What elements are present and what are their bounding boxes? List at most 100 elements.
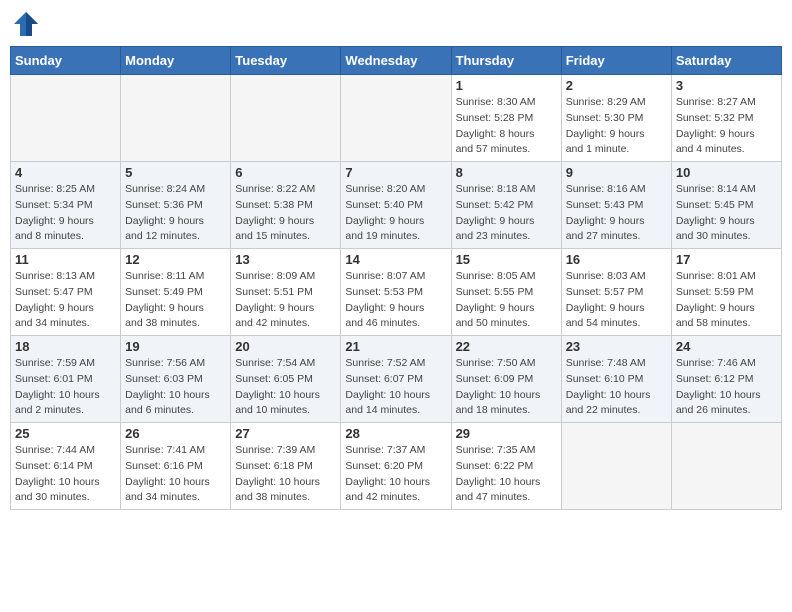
week-row-1: 1Sunrise: 8:30 AMSunset: 5:28 PMDaylight… bbox=[11, 75, 782, 162]
day-number: 10 bbox=[676, 165, 777, 180]
col-header-wednesday: Wednesday bbox=[341, 47, 451, 75]
calendar-cell bbox=[11, 75, 121, 162]
day-info: Sunrise: 7:52 AMSunset: 6:07 PMDaylight:… bbox=[345, 356, 446, 419]
day-info: Sunrise: 7:56 AMSunset: 6:03 PMDaylight:… bbox=[125, 356, 226, 419]
calendar-cell: 2 Sunrise: 8:29 AMSunset: 5:30 PMDaylight… bbox=[561, 75, 671, 162]
day-number: 2 bbox=[566, 78, 667, 93]
day-info: Sunrise: 8:24 AMSunset: 5:36 PMDaylight:… bbox=[125, 182, 226, 245]
day-number: 28 bbox=[345, 426, 446, 441]
day-info: Sunrise: 7:50 AMSunset: 6:09 PMDaylight:… bbox=[456, 356, 557, 419]
day-number: 1 bbox=[456, 78, 557, 93]
day-info: Sunrise: 7:59 AMSunset: 6:01 PMDaylight:… bbox=[15, 356, 116, 419]
calendar-cell: 28 Sunrise: 7:37 AMSunset: 6:20 PMDayligh… bbox=[341, 423, 451, 510]
day-info: Sunrise: 7:54 AMSunset: 6:05 PMDaylight:… bbox=[235, 356, 336, 419]
day-number: 14 bbox=[345, 252, 446, 267]
calendar-cell bbox=[121, 75, 231, 162]
day-info: Sunrise: 7:44 AMSunset: 6:14 PMDaylight:… bbox=[15, 443, 116, 506]
day-info: Sunrise: 8:09 AMSunset: 5:51 PMDaylight:… bbox=[235, 269, 336, 332]
day-info: Sunrise: 7:35 AMSunset: 6:22 PMDaylight:… bbox=[456, 443, 557, 506]
page-header bbox=[10, 10, 782, 38]
day-number: 17 bbox=[676, 252, 777, 267]
day-info: Sunrise: 8:16 AMSunset: 5:43 PMDaylight:… bbox=[566, 182, 667, 245]
week-row-3: 11 Sunrise: 8:13 AMSunset: 5:47 PMDayligh… bbox=[11, 249, 782, 336]
calendar-cell: 29 Sunrise: 7:35 AMSunset: 6:22 PMDayligh… bbox=[451, 423, 561, 510]
day-info: Sunrise: 7:37 AMSunset: 6:20 PMDaylight:… bbox=[345, 443, 446, 506]
day-info: Sunrise: 8:20 AMSunset: 5:40 PMDaylight:… bbox=[345, 182, 446, 245]
day-info: Sunrise: 8:14 AMSunset: 5:45 PMDaylight:… bbox=[676, 182, 777, 245]
week-row-2: 4Sunrise: 8:25 AMSunset: 5:34 PMDaylight… bbox=[11, 162, 782, 249]
day-info: Sunrise: 8:18 AMSunset: 5:42 PMDaylight:… bbox=[456, 182, 557, 245]
week-row-4: 18 Sunrise: 7:59 AMSunset: 6:01 PMDayligh… bbox=[11, 336, 782, 423]
calendar-cell: 15 Sunrise: 8:05 AMSunset: 5:55 PMDayligh… bbox=[451, 249, 561, 336]
day-info: Sunrise: 7:41 AMSunset: 6:16 PMDaylight:… bbox=[125, 443, 226, 506]
col-header-saturday: Saturday bbox=[671, 47, 781, 75]
calendar-cell: 18 Sunrise: 7:59 AMSunset: 6:01 PMDayligh… bbox=[11, 336, 121, 423]
col-header-thursday: Thursday bbox=[451, 47, 561, 75]
day-number: 24 bbox=[676, 339, 777, 354]
day-number: 5 bbox=[125, 165, 226, 180]
day-number: 16 bbox=[566, 252, 667, 267]
calendar-cell bbox=[561, 423, 671, 510]
calendar-cell: 21 Sunrise: 7:52 AMSunset: 6:07 PMDayligh… bbox=[341, 336, 451, 423]
calendar-cell: 11 Sunrise: 8:13 AMSunset: 5:47 PMDayligh… bbox=[11, 249, 121, 336]
day-number: 19 bbox=[125, 339, 226, 354]
calendar-cell: 13 Sunrise: 8:09 AMSunset: 5:51 PMDayligh… bbox=[231, 249, 341, 336]
day-number: 4 bbox=[15, 165, 116, 180]
col-header-friday: Friday bbox=[561, 47, 671, 75]
col-header-tuesday: Tuesday bbox=[231, 47, 341, 75]
calendar-header-row: SundayMondayTuesdayWednesdayThursdayFrid… bbox=[11, 47, 782, 75]
calendar-cell bbox=[671, 423, 781, 510]
day-number: 7 bbox=[345, 165, 446, 180]
day-number: 29 bbox=[456, 426, 557, 441]
day-info: Sunrise: 8:05 AMSunset: 5:55 PMDaylight:… bbox=[456, 269, 557, 332]
calendar-cell: 6Sunrise: 8:22 AMSunset: 5:38 PMDaylight… bbox=[231, 162, 341, 249]
day-info: Sunrise: 8:01 AMSunset: 5:59 PMDaylight:… bbox=[676, 269, 777, 332]
day-number: 27 bbox=[235, 426, 336, 441]
day-info: Sunrise: 8:13 AMSunset: 5:47 PMDaylight:… bbox=[15, 269, 116, 332]
day-info: Sunrise: 8:27 AMSunset: 5:32 PMDaylight:… bbox=[676, 95, 777, 158]
day-info: Sunrise: 7:48 AMSunset: 6:10 PMDaylight:… bbox=[566, 356, 667, 419]
day-number: 26 bbox=[125, 426, 226, 441]
day-number: 23 bbox=[566, 339, 667, 354]
day-number: 8 bbox=[456, 165, 557, 180]
calendar-cell: 8 Sunrise: 8:18 AMSunset: 5:42 PMDaylight… bbox=[451, 162, 561, 249]
calendar-cell: 24 Sunrise: 7:46 AMSunset: 6:12 PMDayligh… bbox=[671, 336, 781, 423]
day-number: 3 bbox=[676, 78, 777, 93]
day-info: Sunrise: 8:03 AMSunset: 5:57 PMDaylight:… bbox=[566, 269, 667, 332]
calendar-cell bbox=[341, 75, 451, 162]
day-info: Sunrise: 8:29 AMSunset: 5:30 PMDaylight:… bbox=[566, 95, 667, 158]
calendar-cell: 20 Sunrise: 7:54 AMSunset: 6:05 PMDayligh… bbox=[231, 336, 341, 423]
calendar-cell: 5 Sunrise: 8:24 AMSunset: 5:36 PMDaylight… bbox=[121, 162, 231, 249]
day-number: 20 bbox=[235, 339, 336, 354]
calendar-cell: 27 Sunrise: 7:39 AMSunset: 6:18 PMDayligh… bbox=[231, 423, 341, 510]
day-number: 11 bbox=[15, 252, 116, 267]
calendar-cell: 16 Sunrise: 8:03 AMSunset: 5:57 PMDayligh… bbox=[561, 249, 671, 336]
calendar-cell: 26 Sunrise: 7:41 AMSunset: 6:16 PMDayligh… bbox=[121, 423, 231, 510]
day-info: Sunrise: 8:11 AMSunset: 5:49 PMDaylight:… bbox=[125, 269, 226, 332]
week-row-5: 25 Sunrise: 7:44 AMSunset: 6:14 PMDayligh… bbox=[11, 423, 782, 510]
day-number: 13 bbox=[235, 252, 336, 267]
day-info: Sunrise: 8:07 AMSunset: 5:53 PMDaylight:… bbox=[345, 269, 446, 332]
day-info: Sunrise: 8:22 AMSunset: 5:38 PMDaylight:… bbox=[235, 182, 336, 245]
calendar-cell: 14 Sunrise: 8:07 AMSunset: 5:53 PMDayligh… bbox=[341, 249, 451, 336]
day-number: 22 bbox=[456, 339, 557, 354]
day-number: 25 bbox=[15, 426, 116, 441]
calendar-table: SundayMondayTuesdayWednesdayThursdayFrid… bbox=[10, 46, 782, 510]
day-info: Sunrise: 7:46 AMSunset: 6:12 PMDaylight:… bbox=[676, 356, 777, 419]
day-number: 18 bbox=[15, 339, 116, 354]
day-info: Sunrise: 7:39 AMSunset: 6:18 PMDaylight:… bbox=[235, 443, 336, 506]
calendar-cell: 7 Sunrise: 8:20 AMSunset: 5:40 PMDaylight… bbox=[341, 162, 451, 249]
logo-icon bbox=[12, 10, 40, 38]
calendar-cell: 23 Sunrise: 7:48 AMSunset: 6:10 PMDayligh… bbox=[561, 336, 671, 423]
day-number: 12 bbox=[125, 252, 226, 267]
calendar-cell: 25 Sunrise: 7:44 AMSunset: 6:14 PMDayligh… bbox=[11, 423, 121, 510]
day-number: 15 bbox=[456, 252, 557, 267]
col-header-sunday: Sunday bbox=[11, 47, 121, 75]
calendar-cell: 4Sunrise: 8:25 AMSunset: 5:34 PMDaylight… bbox=[11, 162, 121, 249]
calendar-cell: 22 Sunrise: 7:50 AMSunset: 6:09 PMDayligh… bbox=[451, 336, 561, 423]
calendar-cell: 1Sunrise: 8:30 AMSunset: 5:28 PMDaylight… bbox=[451, 75, 561, 162]
calendar-cell: 12 Sunrise: 8:11 AMSunset: 5:49 PMDayligh… bbox=[121, 249, 231, 336]
calendar-cell: 3 Sunrise: 8:27 AMSunset: 5:32 PMDaylight… bbox=[671, 75, 781, 162]
calendar-cell: 19 Sunrise: 7:56 AMSunset: 6:03 PMDayligh… bbox=[121, 336, 231, 423]
day-number: 21 bbox=[345, 339, 446, 354]
